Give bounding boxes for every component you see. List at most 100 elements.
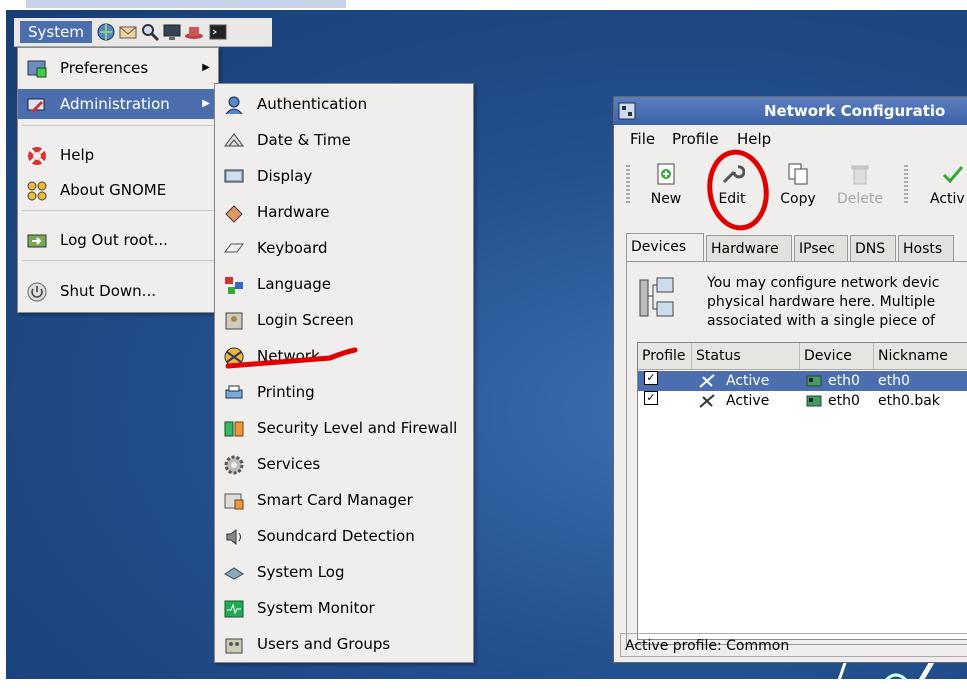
menu-item-language[interactable]: Language [215, 269, 473, 299]
toolbar-grip[interactable] [626, 165, 630, 205]
menu-item-label: Help [60, 146, 95, 164]
hat-icon[interactable] [184, 22, 204, 42]
menu-file[interactable]: File [630, 127, 655, 151]
menu-profile[interactable]: Profile [672, 127, 719, 151]
top-panel: System [14, 18, 272, 47]
menu-item-authentication[interactable]: Authentication [215, 89, 473, 119]
column-status[interactable]: Status [692, 343, 800, 369]
tab-hardware[interactable]: Hardware [706, 235, 792, 261]
top-strip [0, 0, 360, 10]
network-config-icon [618, 102, 636, 120]
menu-item-users-groups[interactable]: Users and Groups [215, 629, 473, 659]
language-icon [225, 277, 243, 294]
activate-button-label: Activ [930, 191, 965, 207]
menu-item-help[interactable]: Help [18, 140, 218, 170]
menu-item-login-screen[interactable]: Login Screen [215, 305, 473, 335]
device-nickname: eth0.bak [878, 393, 940, 409]
device-list-header: Profile Status Device Nickname [638, 343, 967, 370]
menu-item-label: Authentication [257, 95, 368, 113]
menu-item-label: Smart Card Manager [257, 491, 413, 509]
menu-item-printing[interactable]: Printing [215, 377, 473, 407]
gnome-foot-icon [27, 181, 47, 201]
top-strip-bar [26, 0, 346, 8]
copy-button[interactable]: Copy [770, 161, 826, 207]
network-icon [224, 347, 244, 367]
menu-item-shut-down[interactable]: Shut Down... [18, 276, 218, 306]
hardware-icon [225, 205, 243, 223]
window-menubar: File Profile Help [614, 127, 967, 151]
terminal-icon[interactable] [208, 22, 228, 42]
menu-item-hardware[interactable]: Hardware [215, 197, 473, 227]
device-name: eth0 [828, 373, 860, 389]
edit-button[interactable]: Edit [704, 161, 760, 207]
column-profile[interactable]: Profile [638, 343, 692, 369]
activate-button[interactable]: Activ [920, 161, 967, 207]
tab-hosts[interactable]: Hosts [898, 235, 954, 261]
device-nickname: eth0 [878, 373, 910, 389]
profile-checkbox[interactable]: ✓ [644, 371, 658, 385]
tab-ipsec[interactable]: IPsec [794, 235, 848, 261]
menu-item-preferences[interactable]: Preferences ▶ [18, 53, 218, 83]
menu-item-administration[interactable]: Administration ▶ [18, 89, 218, 119]
logout-icon [27, 234, 47, 248]
menu-item-label: Display [257, 167, 313, 185]
menu-item-label: About GNOME [60, 181, 167, 199]
menu-item-label: Security Level and Firewall [257, 419, 458, 437]
toolbar-separator [904, 165, 908, 205]
power-icon [27, 282, 47, 302]
devices-description: You may configure network devic physical… [707, 274, 967, 331]
menu-item-log-out[interactable]: Log Out root... [18, 225, 218, 255]
monitor-icon[interactable] [162, 22, 182, 42]
keyboard-icon [224, 243, 244, 253]
new-button[interactable]: New [638, 161, 694, 207]
copy-button-label: Copy [780, 191, 816, 207]
profile-checkbox[interactable]: ✓ [644, 391, 658, 405]
menu-item-system-log[interactable]: System Log [215, 557, 473, 587]
tab-dns[interactable]: DNS [850, 235, 896, 261]
menu-item-label: Services [257, 455, 321, 473]
web-browser-icon[interactable] [96, 22, 116, 42]
services-icon [224, 455, 244, 475]
menu-item-system-monitor[interactable]: System Monitor [215, 593, 473, 623]
menu-item-date-time[interactable]: Date & Time [215, 125, 473, 155]
firewall-icon [224, 421, 244, 437]
menu-item-about-gnome[interactable]: About GNOME [18, 175, 218, 205]
smartcard-icon [224, 493, 244, 510]
system-menu-button[interactable]: System [20, 21, 92, 43]
menu-item-services[interactable]: Services [215, 449, 473, 479]
login-screen-icon [225, 312, 243, 330]
checkmark-icon [942, 166, 964, 184]
menu-item-label: Keyboard [257, 239, 328, 257]
menu-item-keyboard[interactable]: Keyboard [215, 233, 473, 263]
column-nickname[interactable]: Nickname [874, 343, 967, 369]
device-row[interactable]: ✓ Active eth0 eth0.bak [638, 391, 967, 411]
device-row[interactable]: ✓ Active eth0 eth0 [638, 371, 967, 391]
new-icon [657, 163, 675, 185]
menu-item-label: Language [257, 275, 332, 293]
menu-item-soundcard-detection[interactable]: Soundcard Detection [215, 521, 473, 551]
menu-item-network[interactable]: Network [215, 341, 473, 371]
ethernet-card-icon [806, 395, 822, 407]
column-device[interactable]: Device [800, 343, 874, 369]
administration-icon [27, 98, 45, 114]
tab-devices[interactable]: Devices [626, 233, 704, 261]
menu-item-security-firewall[interactable]: Security Level and Firewall [215, 413, 473, 443]
menu-separator [22, 260, 214, 261]
menu-item-label: Log Out root... [60, 231, 168, 249]
email-icon[interactable] [118, 22, 138, 42]
magnifier-icon[interactable] [140, 22, 160, 42]
delete-button[interactable]: Delete [832, 161, 888, 207]
menu-item-smart-card-manager[interactable]: Smart Card Manager [215, 485, 473, 515]
printer-icon [225, 385, 243, 399]
device-list: Profile Status Device Nickname ✓ Active … [637, 342, 967, 640]
window-titlebar[interactable]: Network Configuratio [614, 97, 967, 125]
new-button-label: New [650, 191, 682, 207]
menu-item-label: Printing [257, 383, 315, 401]
toolbar: New Edit Copy Delete Activ [614, 155, 967, 217]
administration-menu: Authentication Date & Time Display Hardw… [214, 83, 474, 663]
menu-item-display[interactable]: Display [215, 161, 473, 191]
network-configuration-window: Network Configuratio File Profile Help N… [613, 96, 967, 663]
menu-item-label: System Log [257, 563, 345, 581]
menu-help[interactable]: Help [737, 127, 771, 151]
status-bar: Active profile: Common [620, 633, 967, 657]
